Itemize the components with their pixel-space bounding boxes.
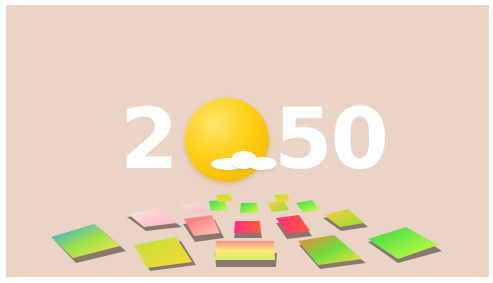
artwork-canvas: 2 50: [6, 5, 489, 277]
tile: [274, 194, 290, 202]
tile: [276, 215, 310, 234]
tile: [215, 241, 275, 260]
image-frame: 2 50: [0, 0, 493, 283]
tile: [268, 201, 289, 212]
floor-tiles: [51, 194, 442, 271]
tile: [240, 203, 258, 213]
tile: [182, 202, 206, 214]
tile: [234, 221, 261, 233]
tile: [216, 194, 233, 202]
tile: [296, 200, 320, 212]
